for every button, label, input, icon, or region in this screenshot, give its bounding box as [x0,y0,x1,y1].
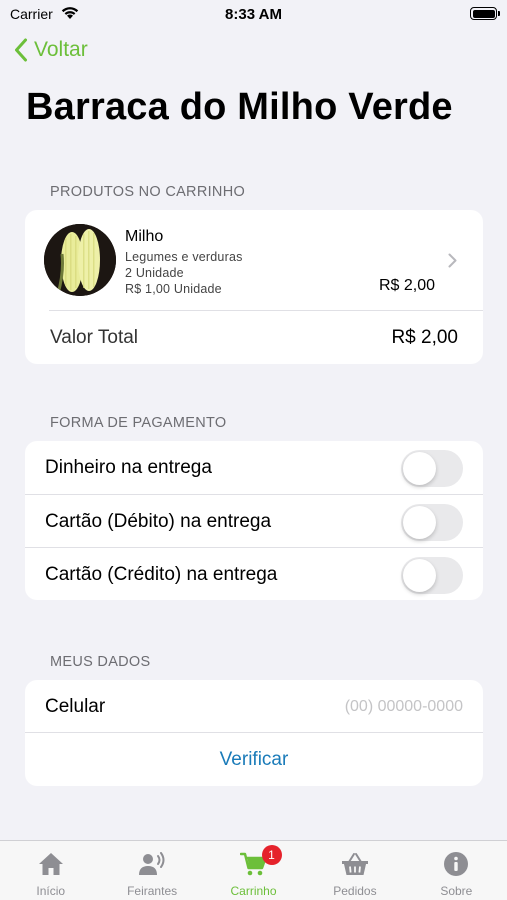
product-image [44,224,116,296]
vendors-icon [139,852,165,875]
basket-icon [341,853,368,875]
payment-option-label: Cartão (Crédito) na entrega [45,564,278,585]
page-title: Barraca do Milho Verde [26,86,453,128]
verify-button[interactable]: Verificar [25,733,483,786]
product-price: R$ 2,00 [378,277,435,294]
tab-feirantes[interactable]: Feirantes [101,841,202,900]
battery-icon [470,7,500,20]
total-value: R$ 2,00 [391,327,458,348]
phone-row: Celular [25,680,483,733]
my-data-card: Celular Verificar [25,680,483,786]
back-button[interactable]: Voltar [14,38,88,62]
cart-badge: 1 [261,845,282,865]
cart-section-header: PRODUTOS NO CARRINHO [50,184,246,200]
tab-bar: Início Feirantes 1 Carrinho Pedidos Sobr… [0,840,507,900]
back-label: Voltar [34,38,88,61]
toggle-knob [403,559,436,592]
status-bar: Carrier 8:33 AM [0,0,507,30]
tab-label: Sobre [440,884,473,898]
payment-option-debit[interactable]: Cartão (Débito) na entrega [25,494,483,547]
cart-card: Milho Legumes e verduras 2 Unidade R$ 1,… [25,210,483,364]
payment-section-header: FORMA DE PAGAMENTO [50,415,227,431]
payment-option-cash[interactable]: Dinheiro na entrega [25,441,483,494]
clock: 8:33 AM [225,6,282,23]
tab-label: Início [36,884,66,898]
total-label: Valor Total [50,327,139,348]
verify-label: Verificar [219,749,289,770]
total-row: Valor Total R$ 2,00 [25,311,483,364]
chevron-left-icon [15,38,27,62]
payment-option-credit[interactable]: Cartão (Crédito) na entrega [25,547,483,600]
tab-inicio[interactable]: Início [0,841,101,900]
phone-input[interactable] [263,692,463,722]
home-icon [38,853,63,875]
payment-option-label: Cartão (Débito) na entrega [45,511,272,532]
product-category: Legumes e verduras [125,250,243,264]
tab-carrinho[interactable]: 1 Carrinho [203,841,304,900]
payment-option-label: Dinheiro na entrega [45,457,212,478]
tab-label: Pedidos [333,884,377,898]
phone-label: Celular [45,696,106,717]
toggle-knob [403,506,436,539]
product-quantity: 2 Unidade [125,266,184,280]
chevron-right-icon [448,253,457,268]
tab-label: Carrinho [230,884,277,898]
tab-pedidos[interactable]: Pedidos [304,841,405,900]
debit-toggle[interactable] [401,504,463,541]
tab-label: Feirantes [127,884,178,898]
info-icon [444,852,469,876]
credit-toggle[interactable] [401,557,463,594]
product-unit-price: R$ 1,00 Unidade [125,282,222,296]
toggle-knob [403,452,436,485]
cart-item[interactable]: Milho Legumes e verduras 2 Unidade R$ 1,… [25,210,483,310]
cash-toggle[interactable] [401,450,463,487]
my-data-section-header: MEUS DADOS [50,654,151,670]
payment-card: Dinheiro na entrega Cartão (Débito) na e… [25,441,483,600]
product-name: Milho [125,228,164,245]
tab-sobre[interactable]: Sobre [406,841,507,900]
